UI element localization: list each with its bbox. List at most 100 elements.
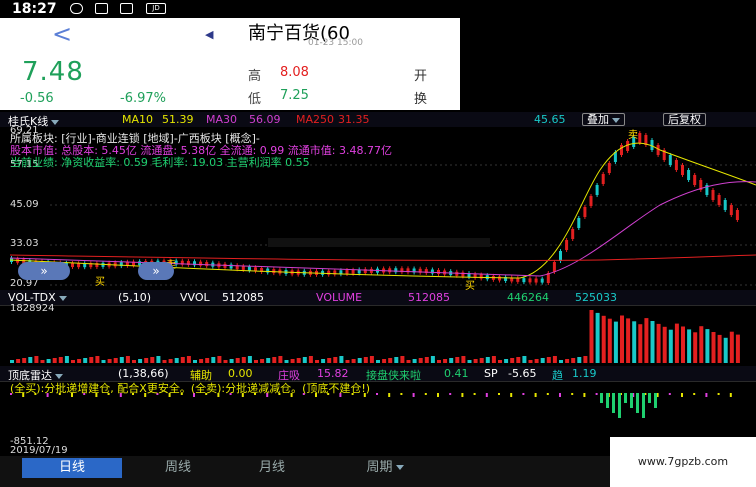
volume-bar xyxy=(40,360,45,363)
volume-bar xyxy=(333,357,338,363)
volume-bar xyxy=(668,329,673,363)
volume-bar xyxy=(351,359,356,363)
volume-bar xyxy=(186,356,191,363)
volume-bar xyxy=(546,357,551,363)
volume-bar xyxy=(52,358,57,363)
current-price: 7.48 xyxy=(22,57,84,87)
volume-bar xyxy=(34,356,39,363)
radar-bar xyxy=(559,393,561,397)
radar-bar xyxy=(642,393,645,418)
volume-bar xyxy=(235,358,240,363)
back-arrow-icon[interactable]: < xyxy=(52,20,72,48)
volume-bar xyxy=(156,356,161,363)
price-axis-4: 33.03 xyxy=(10,238,39,249)
chevron-down-icon xyxy=(55,373,63,379)
tab-period[interactable]: 周期 xyxy=(330,458,440,478)
volume-bar xyxy=(735,334,740,363)
volume-bar xyxy=(479,358,484,363)
price-axis-3: 45.09 xyxy=(10,199,39,210)
volume-bar xyxy=(681,326,685,363)
volume-bar xyxy=(77,359,82,363)
volume-bar xyxy=(10,360,14,363)
volume-bar xyxy=(284,360,289,363)
volume-bar xyxy=(443,359,448,363)
radar-bar xyxy=(546,393,549,395)
volume-bar xyxy=(138,359,143,363)
volume-bar xyxy=(723,337,728,363)
volume-bar xyxy=(28,357,33,363)
volume-bar xyxy=(577,357,582,363)
volume-bar xyxy=(16,359,21,363)
double-chevron-icon: » xyxy=(152,264,160,278)
rewind-button[interactable]: » xyxy=(138,262,174,280)
volume-bar xyxy=(412,359,417,363)
volume-bar xyxy=(595,312,600,363)
volume-bar xyxy=(699,326,704,363)
radar-bar xyxy=(612,393,615,413)
radar-bar xyxy=(473,393,476,395)
tab-day[interactable]: 日线 xyxy=(22,458,122,478)
radar-bar xyxy=(717,393,720,395)
volume-bar xyxy=(229,359,234,363)
radar-bar xyxy=(376,393,378,395)
radar-bar xyxy=(522,393,525,395)
volume-bar xyxy=(162,360,167,363)
high-value: 8.08 xyxy=(280,65,309,80)
prev-stock-icon[interactable]: ◀ xyxy=(205,28,213,41)
sp-value: -5.65 xyxy=(508,367,537,380)
volume-bar xyxy=(638,324,643,363)
radar-bar xyxy=(636,393,639,413)
vol-ma10-value: 525033 xyxy=(575,291,617,304)
radar-bar xyxy=(449,393,452,395)
radar-bar xyxy=(681,393,683,397)
vol-params: (5,10) xyxy=(118,291,152,304)
volume-bar xyxy=(382,359,387,363)
volume-param-bar: VOL-TDX (5,10) VVOL 512085 VOLUME 512085… xyxy=(0,290,756,305)
volume-bar xyxy=(589,310,594,363)
tab-month[interactable]: 月线 xyxy=(222,458,322,478)
volume-bar xyxy=(632,321,637,363)
radar-bar xyxy=(412,393,415,397)
tab-week[interactable]: 周线 xyxy=(128,458,228,478)
volume-bar xyxy=(315,360,319,363)
volume-bar xyxy=(559,360,563,363)
sp-label: SP xyxy=(484,367,498,380)
radar-bar xyxy=(668,393,671,395)
volume-bar xyxy=(552,356,557,363)
volume-bar xyxy=(260,359,265,363)
jiepan-label: 接盘侠来啦 xyxy=(366,369,421,382)
volume-bar xyxy=(424,357,429,363)
radar-params: (1,38,66) xyxy=(118,367,169,380)
volume-bar xyxy=(327,358,332,363)
radar-bar xyxy=(583,393,586,397)
volume-bar xyxy=(266,358,271,363)
volume-bar xyxy=(278,356,283,363)
volume-bar xyxy=(693,332,698,363)
volume-bar xyxy=(449,358,454,363)
volume-bar xyxy=(400,356,405,363)
turnover-label: 换 xyxy=(414,92,428,107)
volume-bar xyxy=(437,360,441,363)
volume-bar xyxy=(626,318,631,363)
volume-bar xyxy=(473,359,478,363)
chart-area[interactable]: 桂氏K线 MA10 51.39 MA30 56.09 MA250 31.35 4… xyxy=(0,110,756,456)
vvol-value: 512085 xyxy=(222,291,264,304)
double-chevron-icon: » xyxy=(40,264,48,278)
zhuang-value: 15.82 xyxy=(317,367,349,380)
volume-bar xyxy=(620,315,624,363)
volume-bar xyxy=(290,359,295,363)
radar-bar xyxy=(498,393,500,395)
radar-bar xyxy=(595,393,598,395)
volume-bar xyxy=(119,357,124,363)
volume-bar xyxy=(729,331,734,363)
volume-bar xyxy=(22,358,27,363)
volume-bar xyxy=(95,356,100,363)
sell-marker: 卖 xyxy=(628,130,638,141)
volume-axis-top: 1828924 xyxy=(10,303,55,314)
volume-bar xyxy=(217,356,222,363)
fast-forward-button[interactable]: » xyxy=(18,262,70,280)
buy-marker: 买 xyxy=(95,277,105,288)
radar-bar xyxy=(618,393,621,418)
volume-bar xyxy=(662,326,667,363)
volume-bar xyxy=(254,360,258,363)
